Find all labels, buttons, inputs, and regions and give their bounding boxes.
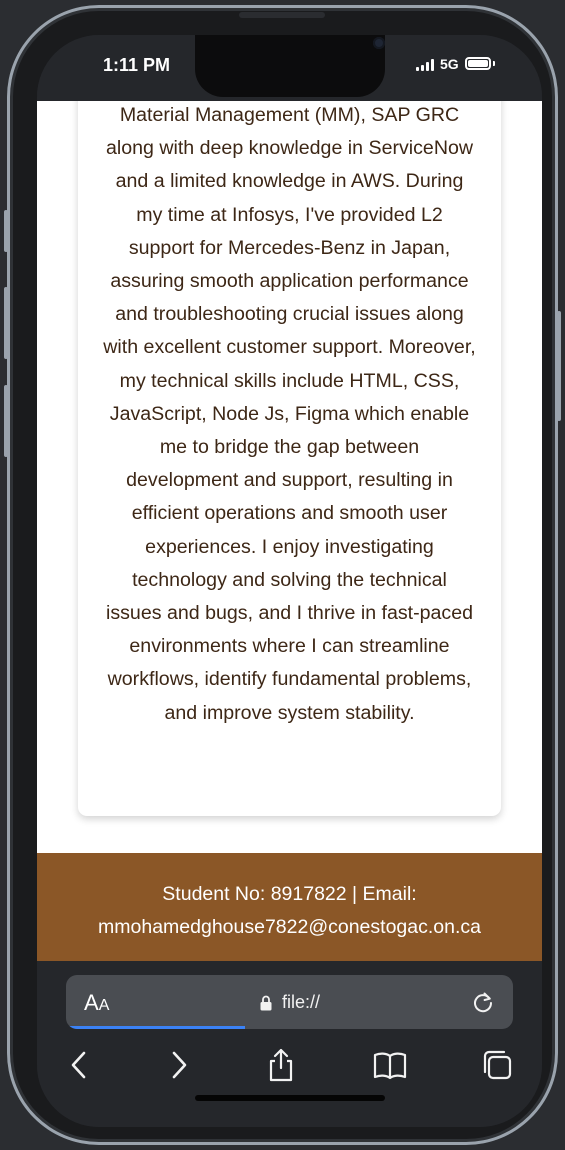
page-footer: Student No: 8917822 | Email: mmohamedgho… <box>37 853 542 961</box>
camera-icon <box>373 37 385 49</box>
status-bar: 1:11 PM 5G <box>37 35 542 101</box>
web-page[interactable]: Material Management (MM), SAP GRC along … <box>37 101 542 961</box>
status-time: 1:11 PM <box>103 55 171 75</box>
chevron-right-icon[interactable] <box>161 1047 197 1083</box>
share-icon[interactable] <box>263 1047 299 1083</box>
browser-toolbar: AA file:// <box>37 961 542 1127</box>
speaker-grille <box>239 12 325 18</box>
volume-down-button <box>4 385 8 457</box>
text-size-label-large: A <box>84 990 99 1015</box>
tabs-icon[interactable] <box>479 1047 515 1083</box>
mute-switch <box>4 210 8 252</box>
screen: 1:11 PM 5G Material Management (MM), SAP… <box>37 35 542 1127</box>
battery-tip <box>493 61 495 66</box>
volume-up-button <box>4 287 8 359</box>
battery-icon <box>465 57 491 70</box>
signal-icon <box>416 59 436 71</box>
chevron-left-icon[interactable] <box>62 1047 98 1083</box>
phone-frame: 1:11 PM 5G Material Management (MM), SAP… <box>4 5 561 1145</box>
footer-student-line: Student No: 8917822 | Email: <box>162 883 417 905</box>
about-card: Material Management (MM), SAP GRC along … <box>78 101 501 816</box>
home-indicator[interactable] <box>195 1095 385 1101</box>
address-bar[interactable]: AA file:// <box>66 975 513 1029</box>
text-size-button[interactable]: AA <box>84 990 109 1016</box>
power-button <box>557 311 561 421</box>
footer-email[interactable]: mmohamedghouse7822@conestogac.on.ca <box>98 916 481 938</box>
text-size-label-small: A <box>98 997 110 1014</box>
lock-icon <box>260 995 272 1011</box>
footer-text: Student No: 8917822 | Email: mmohamedgho… <box>37 878 542 944</box>
reload-icon[interactable] <box>470 989 496 1015</box>
network-type: 5G <box>440 56 459 72</box>
about-text: Material Management (MM), SAP GRC along … <box>103 104 476 724</box>
notch <box>195 35 385 97</box>
page-load-progress <box>66 1026 245 1029</box>
url-text[interactable]: file:// <box>282 992 320 1013</box>
book-icon[interactable] <box>372 1047 408 1083</box>
